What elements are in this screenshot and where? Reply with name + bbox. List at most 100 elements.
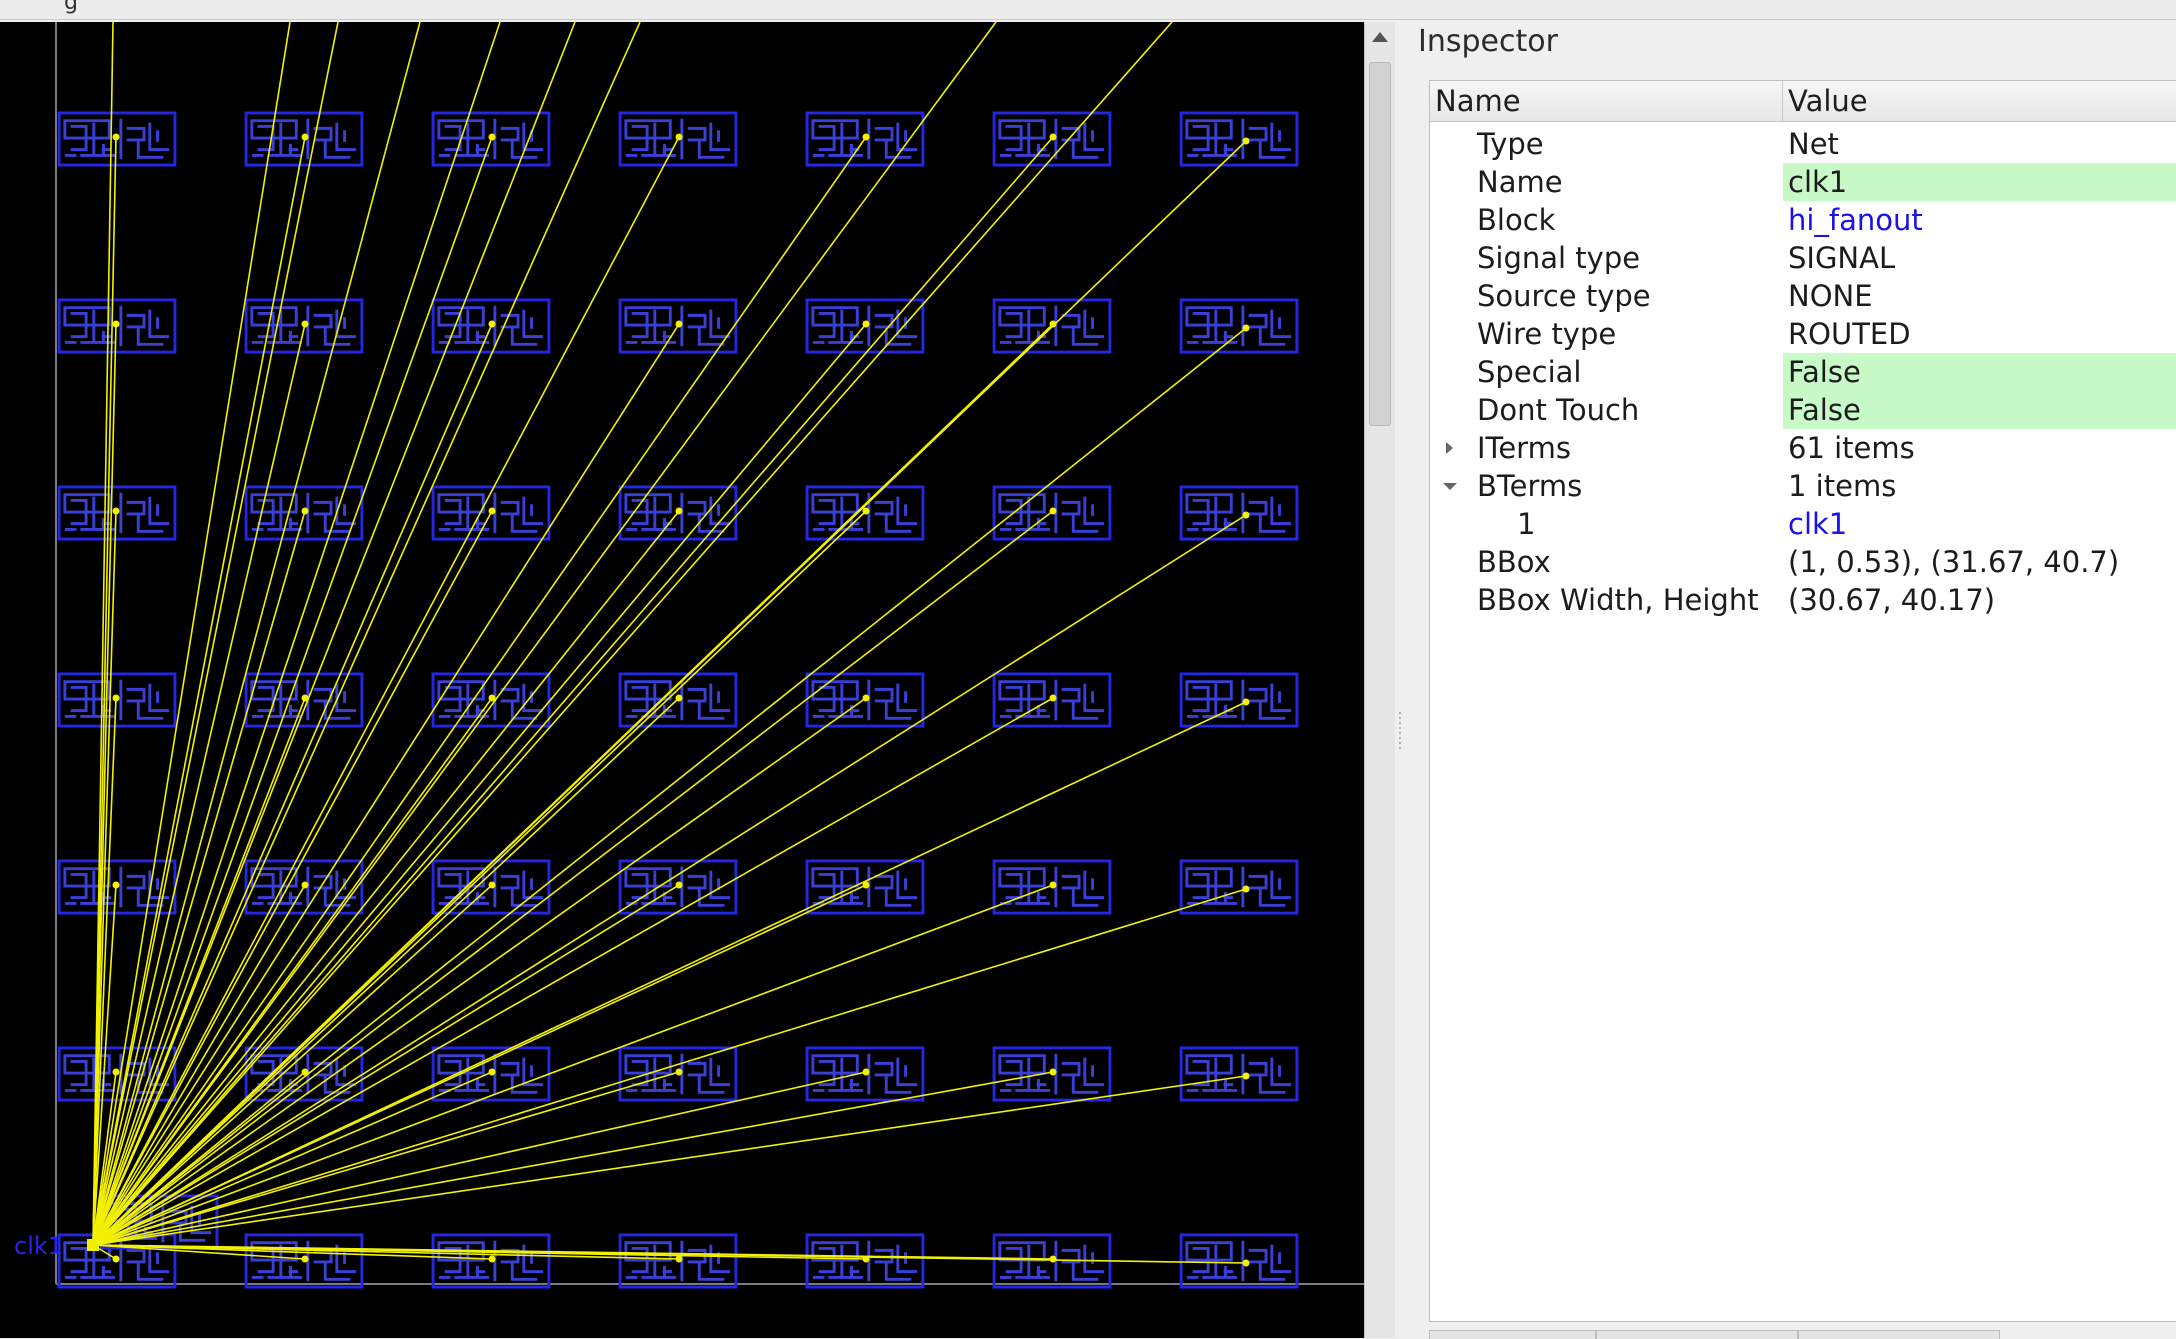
property-row-source-type[interactable]: Source type NONE xyxy=(1430,277,2176,315)
column-header-value[interactable]: Value xyxy=(1783,81,2176,121)
pin-dot xyxy=(1242,1072,1250,1080)
pin-dot xyxy=(1049,694,1057,702)
pin-dot xyxy=(301,881,309,889)
property-value-editable[interactable]: clk1 xyxy=(1783,163,2176,201)
std-cell[interactable] xyxy=(1179,859,1299,915)
pin-dot xyxy=(862,507,870,515)
pin-dot xyxy=(301,694,309,702)
inspector-title: Inspector xyxy=(1418,24,1558,59)
pin-dot xyxy=(675,1068,683,1076)
property-row-iterms[interactable]: ITerms 61 items xyxy=(1430,429,2176,467)
layout-viewer[interactable]: clk1 xyxy=(0,22,1364,1338)
property-row-wire-type[interactable]: Wire type ROUTED xyxy=(1430,315,2176,353)
pin-dot xyxy=(488,133,496,141)
property-name: Name xyxy=(1477,165,1563,199)
pin-dot xyxy=(675,881,683,889)
pin-dot xyxy=(1049,1068,1057,1076)
property-value-editable[interactable]: False xyxy=(1783,391,2176,429)
std-cell[interactable] xyxy=(1179,1233,1299,1289)
property-row-signal-type[interactable]: Signal type SIGNAL xyxy=(1430,239,2176,277)
menu-fragment: g xyxy=(64,0,78,15)
pin-dot xyxy=(862,1068,870,1076)
property-value: NONE xyxy=(1788,279,1873,313)
bterm-link[interactable]: clk1 xyxy=(1783,505,2176,543)
property-value: 1 items xyxy=(1788,469,1897,503)
pin-dot xyxy=(112,133,120,141)
property-value-editable[interactable]: False xyxy=(1783,353,2176,391)
flightline xyxy=(92,22,421,1246)
property-row-special[interactable]: Special False xyxy=(1430,353,2176,391)
flightline xyxy=(92,697,867,1246)
pin-dot xyxy=(675,320,683,328)
layout-vertical-scrollbar[interactable] xyxy=(1364,22,1395,1338)
pin-dot xyxy=(112,507,120,515)
std-cell[interactable] xyxy=(1179,672,1299,728)
property-name: BBox xyxy=(1477,545,1551,579)
property-row-block[interactable]: Block hi_fanout xyxy=(1430,201,2176,239)
flightline xyxy=(92,323,1054,1246)
pin-dot xyxy=(862,320,870,328)
property-name: Signal type xyxy=(1477,241,1641,275)
property-row-dont-touch[interactable]: Dont Touch False xyxy=(1430,391,2176,429)
pin-dot xyxy=(1242,511,1250,519)
flightline xyxy=(92,514,1247,1246)
property-row-bbox[interactable]: BBox (1, 0.53), (31.67, 40.7) xyxy=(1430,543,2176,581)
property-name: BBox Width, Height xyxy=(1477,583,1759,617)
property-value: SIGNAL xyxy=(1788,241,1896,275)
property-value: ROUTED xyxy=(1788,317,1911,351)
flightline xyxy=(92,22,997,1246)
property-name: ITerms xyxy=(1477,431,1571,465)
pin-dot xyxy=(1242,1259,1250,1267)
std-cell[interactable] xyxy=(1179,298,1299,354)
property-row-bterms[interactable]: BTerms 1 items xyxy=(1430,467,2176,505)
property-name: Dont Touch xyxy=(1477,393,1640,427)
flightline xyxy=(92,510,867,1246)
pin-dot xyxy=(301,133,309,141)
pin-dot xyxy=(301,1068,309,1076)
pin-dot xyxy=(1242,137,1250,145)
bottom-tab-bar[interactable] xyxy=(1429,1330,2176,1339)
pin-dot xyxy=(112,1068,120,1076)
pin-dot xyxy=(301,320,309,328)
flightline xyxy=(92,510,117,1246)
collapse-icon[interactable] xyxy=(1443,467,1457,505)
scrollbar-thumb[interactable] xyxy=(1369,62,1391,426)
pin-dot xyxy=(862,694,870,702)
flightline xyxy=(92,1071,680,1246)
bterm-child-row[interactable]: 1 clk1 xyxy=(1430,505,2176,543)
pin-dot xyxy=(1049,1255,1057,1263)
std-cell[interactable] xyxy=(1179,111,1299,167)
property-row-bbox-size[interactable]: BBox Width, Height (30.67, 40.17) xyxy=(1430,581,2176,619)
scroll-up-icon[interactable] xyxy=(1372,32,1388,42)
block-link[interactable]: hi_fanout xyxy=(1783,201,2176,239)
pin-dot xyxy=(1049,881,1057,889)
pin-dot xyxy=(488,881,496,889)
child-index: 1 xyxy=(1517,507,1536,541)
column-header-name[interactable]: Name xyxy=(1430,81,1783,121)
std-cell[interactable] xyxy=(1179,1046,1299,1102)
pin-dot xyxy=(301,1255,309,1263)
property-name: Source type xyxy=(1477,279,1651,313)
bterm-pin[interactable] xyxy=(87,1239,99,1251)
property-row-type[interactable]: Type Net xyxy=(1430,125,2176,163)
inspector-tree[interactable]: Name Value Type Net Name clk1 Block hi_f… xyxy=(1429,80,2176,1322)
flightline xyxy=(92,1071,867,1246)
layout-canvas[interactable]: clk1 xyxy=(0,22,1364,1338)
flightline xyxy=(92,323,867,1246)
pin-dot xyxy=(488,694,496,702)
pin-dot xyxy=(862,1255,870,1263)
bterm-label: clk1 xyxy=(14,1232,63,1260)
flightline xyxy=(92,1071,1054,1246)
expand-icon[interactable] xyxy=(1443,429,1457,467)
std-cell[interactable] xyxy=(1179,485,1299,541)
window-top-bar: g xyxy=(0,0,2176,20)
pin-dot xyxy=(488,1255,496,1263)
property-value: (30.67, 40.17) xyxy=(1788,583,1996,617)
pin-dot xyxy=(1049,320,1057,328)
panel-splitter[interactable] xyxy=(1395,22,1405,1338)
tree-header: Name Value xyxy=(1430,81,2176,122)
property-row-name[interactable]: Name clk1 xyxy=(1430,163,2176,201)
property-value: 61 items xyxy=(1788,431,1915,465)
flightline xyxy=(92,884,867,1246)
property-name: Type xyxy=(1477,127,1544,161)
